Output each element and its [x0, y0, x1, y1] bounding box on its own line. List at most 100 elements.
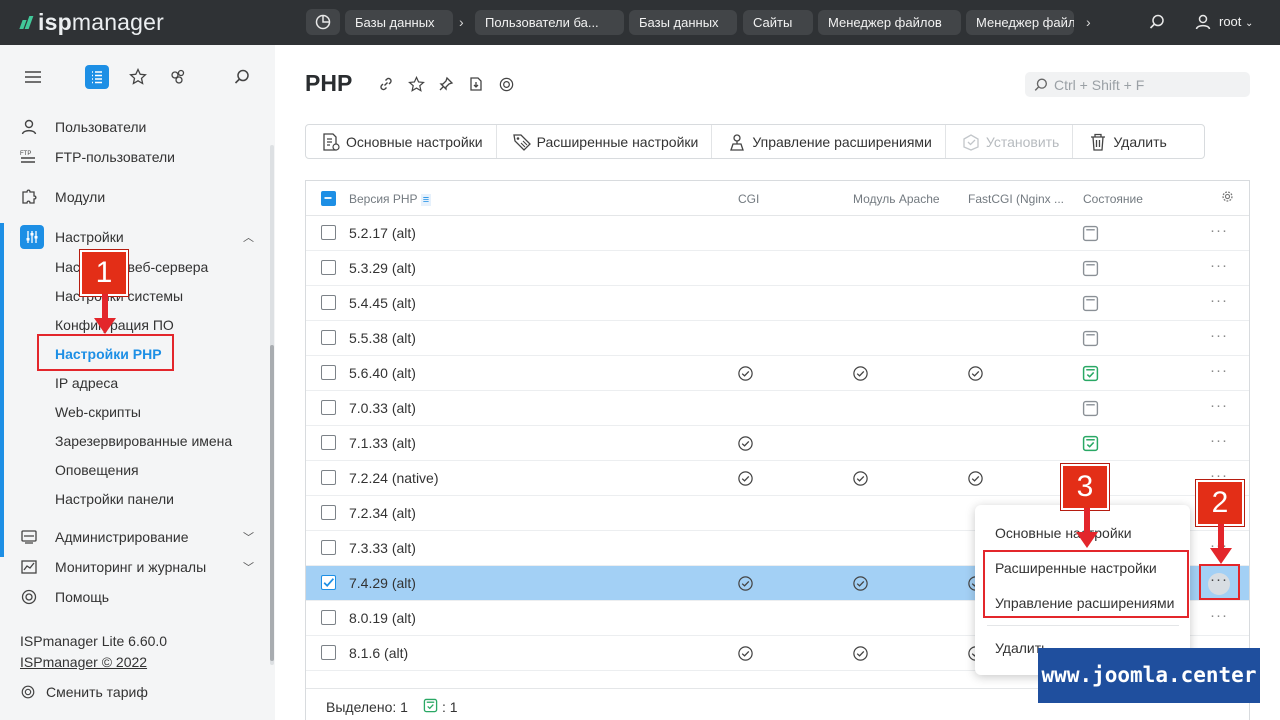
user-menu[interactable]: root ⌄ [1219, 14, 1253, 29]
row-checkbox[interactable] [321, 330, 336, 345]
annotation-step-3: 3 [1060, 463, 1110, 511]
link-icon[interactable] [376, 74, 396, 94]
row-checkbox[interactable] [321, 540, 336, 555]
sidebar-subitem-panel-settings[interactable]: Настройки панели [55, 489, 174, 509]
scrollbar-thumb[interactable] [270, 345, 274, 661]
main-settings-button[interactable]: Основные настройки [306, 125, 497, 158]
row-actions-more-icon[interactable]: ··· [1210, 328, 1230, 345]
pin-icon[interactable] [436, 74, 456, 94]
favorite-star-icon[interactable] [406, 74, 426, 94]
list-view-icon[interactable] [85, 65, 109, 89]
column-header-fastcgi[interactable]: FastCGI (Nginx ... [968, 192, 1064, 206]
row-checkbox[interactable] [321, 505, 336, 520]
breadcrumb-item[interactable]: Базы данных [629, 10, 737, 35]
fastcgi-enabled-check-icon [967, 470, 984, 487]
sidebar-item-administration[interactable]: Администрирование ﹀ [20, 526, 260, 548]
breadcrumb-item[interactable]: Менеджер файлов [818, 10, 961, 35]
table-search[interactable] [1025, 72, 1250, 97]
column-header-cgi[interactable]: CGI [738, 192, 759, 206]
row-checkbox[interactable] [321, 575, 336, 590]
lifebuoy-icon [20, 586, 44, 608]
sidebar-subitem-web-scripts[interactable]: Web-скрипты [55, 402, 141, 422]
row-checkbox[interactable] [321, 365, 336, 380]
sidebar-subitem-webserver-settings[interactable]: Настройки веб-сервера [55, 257, 208, 277]
row-actions-more-icon[interactable]: ··· [1210, 398, 1230, 415]
row-checkbox[interactable] [321, 435, 336, 450]
php-version-cell: 7.4.29 (alt) [349, 575, 416, 591]
row-checkbox[interactable] [321, 645, 336, 660]
annotation-highlight-menu-items [983, 550, 1189, 618]
row-checkbox[interactable] [321, 260, 336, 275]
sidebar-item-ftp-users[interactable]: FTP FTP-пользователи [20, 146, 175, 168]
breadcrumb-item[interactable]: Сайты [743, 10, 813, 35]
breadcrumb-item[interactable]: Базы данных [345, 10, 453, 35]
table-row[interactable]: 7.0.33 (alt) ··· [306, 391, 1249, 426]
sidebar-subitem-reserved-names[interactable]: Зарезервированные имена [55, 431, 232, 451]
row-checkbox[interactable] [321, 470, 336, 485]
table-row[interactable]: 5.4.45 (alt) ··· [306, 286, 1249, 321]
menu-toggle-icon[interactable] [21, 65, 45, 89]
sidebar-item-label: Настройки [55, 229, 124, 245]
table-row[interactable]: 5.5.38 (alt) ··· [306, 321, 1249, 356]
row-checkbox[interactable] [321, 225, 336, 240]
annotation-step-2: 2 [1195, 479, 1245, 527]
install-button[interactable]: Установить [946, 125, 1074, 158]
column-header-version[interactable]: Версия PHP ≡ [349, 192, 432, 206]
breadcrumb-item[interactable]: Менеджер файл [966, 10, 1074, 35]
table-row[interactable]: 7.1.33 (alt) ··· [306, 426, 1249, 461]
manage-extensions-button[interactable]: Управление расширениями [712, 125, 946, 158]
history-icon [315, 14, 331, 30]
breadcrumb-item[interactable]: Пользователи ба... [475, 10, 624, 35]
apache-enabled-check-icon [852, 365, 869, 382]
favorites-star-icon[interactable] [126, 65, 150, 89]
column-header-apache[interactable]: Модуль Apache [853, 192, 940, 206]
row-checkbox[interactable] [321, 400, 336, 415]
php-version-cell: 7.0.33 (alt) [349, 400, 416, 416]
sidebar-item-label: Администрирование [55, 529, 189, 545]
sidebar-search-icon[interactable] [230, 65, 254, 89]
row-actions-more-icon[interactable]: ··· [1210, 293, 1230, 310]
help-lifebuoy-icon[interactable] [496, 74, 516, 94]
row-actions-more-icon[interactable]: ··· [1210, 363, 1230, 380]
table-row[interactable]: 5.6.40 (alt) ··· [306, 356, 1249, 391]
sidebar-item-users[interactable]: Пользователи [20, 116, 146, 138]
row-checkbox[interactable] [321, 295, 336, 310]
user-icon[interactable] [1192, 11, 1214, 33]
download-icon[interactable] [466, 74, 486, 94]
sidebar-subitem-ip-addresses[interactable]: IP адреса [55, 373, 118, 393]
state-off-icon [1082, 400, 1099, 417]
column-settings-gear-icon[interactable] [1221, 190, 1234, 206]
ai-assistant-icon[interactable] [166, 65, 190, 89]
change-tariff-button[interactable]: Сменить тариф [20, 681, 148, 703]
sidebar: Пользователи FTP FTP-пользователи Модули… [0, 45, 275, 720]
change-tariff-label: Сменить тариф [46, 684, 148, 700]
row-actions-more-icon[interactable]: ··· [1210, 258, 1230, 275]
breadcrumb-scroll-right-icon[interactable]: › [1086, 10, 1091, 35]
watermark: www.joomla.center [1038, 648, 1260, 703]
sidebar-scrollbar[interactable] [270, 145, 274, 665]
row-actions-more-icon[interactable]: ··· [1210, 608, 1230, 625]
sidebar-item-settings[interactable]: Настройки ︿ [20, 225, 260, 249]
sidebar-item-modules[interactable]: Модули [20, 186, 105, 208]
extensions-icon [726, 131, 748, 153]
table-row[interactable]: 5.2.17 (alt) ··· [306, 216, 1249, 251]
annotation-highlight-row-menu [1199, 564, 1240, 600]
copyright-link[interactable]: ISPmanager © 2022 [20, 654, 147, 670]
sidebar-item-help[interactable]: Помощь [20, 586, 109, 608]
sidebar-item-monitoring[interactable]: Мониторинг и журналы ﹀ [20, 556, 260, 578]
search-input[interactable] [1054, 76, 1239, 93]
advanced-settings-button[interactable]: Расширенные настройки [497, 125, 713, 158]
delete-button[interactable]: Удалить [1073, 125, 1179, 158]
row-actions-more-icon[interactable]: ··· [1210, 223, 1230, 240]
table-row[interactable]: 5.3.29 (alt) ··· [306, 251, 1249, 286]
context-item-main-settings[interactable]: Основные настройки [995, 525, 1132, 541]
column-header-state[interactable]: Состояние [1083, 192, 1143, 206]
select-all-checkbox[interactable] [321, 191, 336, 206]
row-checkbox[interactable] [321, 610, 336, 625]
php-version-cell: 7.2.24 (native) [349, 470, 439, 486]
row-actions-more-icon[interactable]: ··· [1210, 433, 1230, 450]
ispmanager-logo[interactable]: ispmanager [19, 9, 164, 35]
history-button[interactable] [306, 9, 340, 35]
search-icon[interactable] [1146, 11, 1168, 33]
sidebar-subitem-notifications[interactable]: Оповещения [55, 460, 139, 480]
